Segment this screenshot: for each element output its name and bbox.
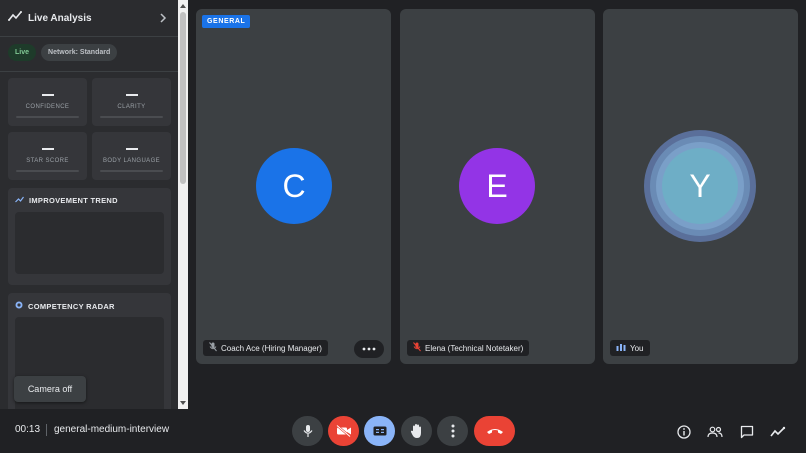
meeting-info-button[interactable] xyxy=(674,422,694,442)
participant-name-tag: Coach Ace (Hiring Manager) xyxy=(203,340,328,356)
general-badge: GENERAL xyxy=(202,15,251,28)
leave-call-button[interactable] xyxy=(474,416,515,446)
chevron-right-icon[interactable] xyxy=(156,11,170,25)
analytics-icon xyxy=(8,9,22,27)
live-status-chip: Live xyxy=(8,44,37,61)
metric-bar xyxy=(100,116,163,118)
metric-card-clarity: CLARITY xyxy=(92,78,171,126)
sidebar-title: Live Analysis xyxy=(28,12,92,24)
microphone-button[interactable] xyxy=(292,416,323,446)
metric-value xyxy=(126,94,138,96)
chat-icon xyxy=(740,425,754,439)
avatar: E xyxy=(459,148,535,224)
captions-button[interactable] xyxy=(364,416,395,446)
participant-name: You xyxy=(630,343,644,353)
metric-label: CONFIDENCE xyxy=(25,104,70,110)
sidebar-header[interactable]: Live Analysis xyxy=(0,0,178,37)
metric-bar xyxy=(16,170,79,172)
divider xyxy=(0,71,178,72)
mic-off-icon xyxy=(413,342,421,354)
people-button[interactable] xyxy=(705,422,725,442)
closed-captions-icon xyxy=(373,426,386,436)
metric-card-star-score: STAR SCORE xyxy=(8,132,87,180)
call-controls-bar: 00:13 general-medium-interview xyxy=(0,409,806,453)
more-vertical-icon xyxy=(451,424,454,438)
call-timer: 00:13 xyxy=(15,424,41,435)
audio-level-icon xyxy=(616,343,626,353)
trend-chart-area xyxy=(15,212,164,274)
microphone-icon xyxy=(303,425,312,437)
activities-button[interactable] xyxy=(768,422,788,442)
metric-bar xyxy=(16,116,79,118)
radar-icon xyxy=(15,301,23,311)
meeting-name: general-medium-interview xyxy=(54,424,170,435)
participant-tile-elena[interactable]: E Elena (Technical Notetaker) xyxy=(400,9,595,364)
camera-off-icon xyxy=(335,425,351,437)
hang-up-icon xyxy=(486,429,503,434)
metric-value xyxy=(42,148,54,150)
participant-name: Elena (Technical Notetaker) xyxy=(425,343,524,353)
raise-hand-button[interactable] xyxy=(401,416,432,446)
metric-card-confidence: CONFIDENCE xyxy=(8,78,87,126)
mic-off-icon xyxy=(209,342,217,354)
panel-title: IMPROVEMENT TREND xyxy=(29,196,118,205)
scrollbar-thumb[interactable] xyxy=(180,12,186,184)
participant-name-tag: Elena (Technical Notetaker) xyxy=(407,340,530,356)
live-analysis-sidebar: Live Analysis Live Network: Standard CON… xyxy=(0,0,188,409)
metric-value xyxy=(126,148,138,150)
trend-icon xyxy=(15,196,24,205)
avatar: C xyxy=(256,148,332,224)
more-options-button[interactable] xyxy=(354,340,384,358)
avatar: Y xyxy=(662,148,738,224)
hand-icon xyxy=(410,424,421,438)
scroll-down-icon[interactable] xyxy=(180,400,186,406)
camera-off-toast: Camera off xyxy=(14,376,86,402)
scroll-up-icon[interactable] xyxy=(180,3,186,9)
camera-toggle-button[interactable] xyxy=(328,416,359,446)
more-options-button[interactable] xyxy=(437,416,468,446)
participant-tile-coach[interactable]: GENERAL C Coach Ace (Hiring Manager) xyxy=(196,9,391,364)
metric-label: CLARITY xyxy=(117,104,146,110)
more-horizontal-icon xyxy=(362,347,376,351)
improvement-trend-panel: IMPROVEMENT TREND xyxy=(8,188,171,285)
network-status-chip: Network: Standard xyxy=(41,44,118,61)
participant-name-tag: You xyxy=(610,340,650,356)
chat-button[interactable] xyxy=(737,422,757,442)
participant-tile-you[interactable]: Y You xyxy=(603,9,798,364)
people-icon xyxy=(707,426,723,438)
metric-card-body-language: BODY LANGUAGE xyxy=(92,132,171,180)
metric-label: BODY LANGUAGE xyxy=(102,158,161,164)
analytics-icon xyxy=(770,426,786,437)
divider xyxy=(46,424,47,436)
info-icon xyxy=(677,425,691,439)
participant-name: Coach Ace (Hiring Manager) xyxy=(221,343,322,353)
metric-value xyxy=(42,94,54,96)
metric-label: STAR SCORE xyxy=(26,158,69,164)
panel-title: COMPETENCY RADAR xyxy=(28,301,115,311)
metric-bar xyxy=(100,170,163,172)
sidebar-scrollbar[interactable] xyxy=(178,0,188,409)
